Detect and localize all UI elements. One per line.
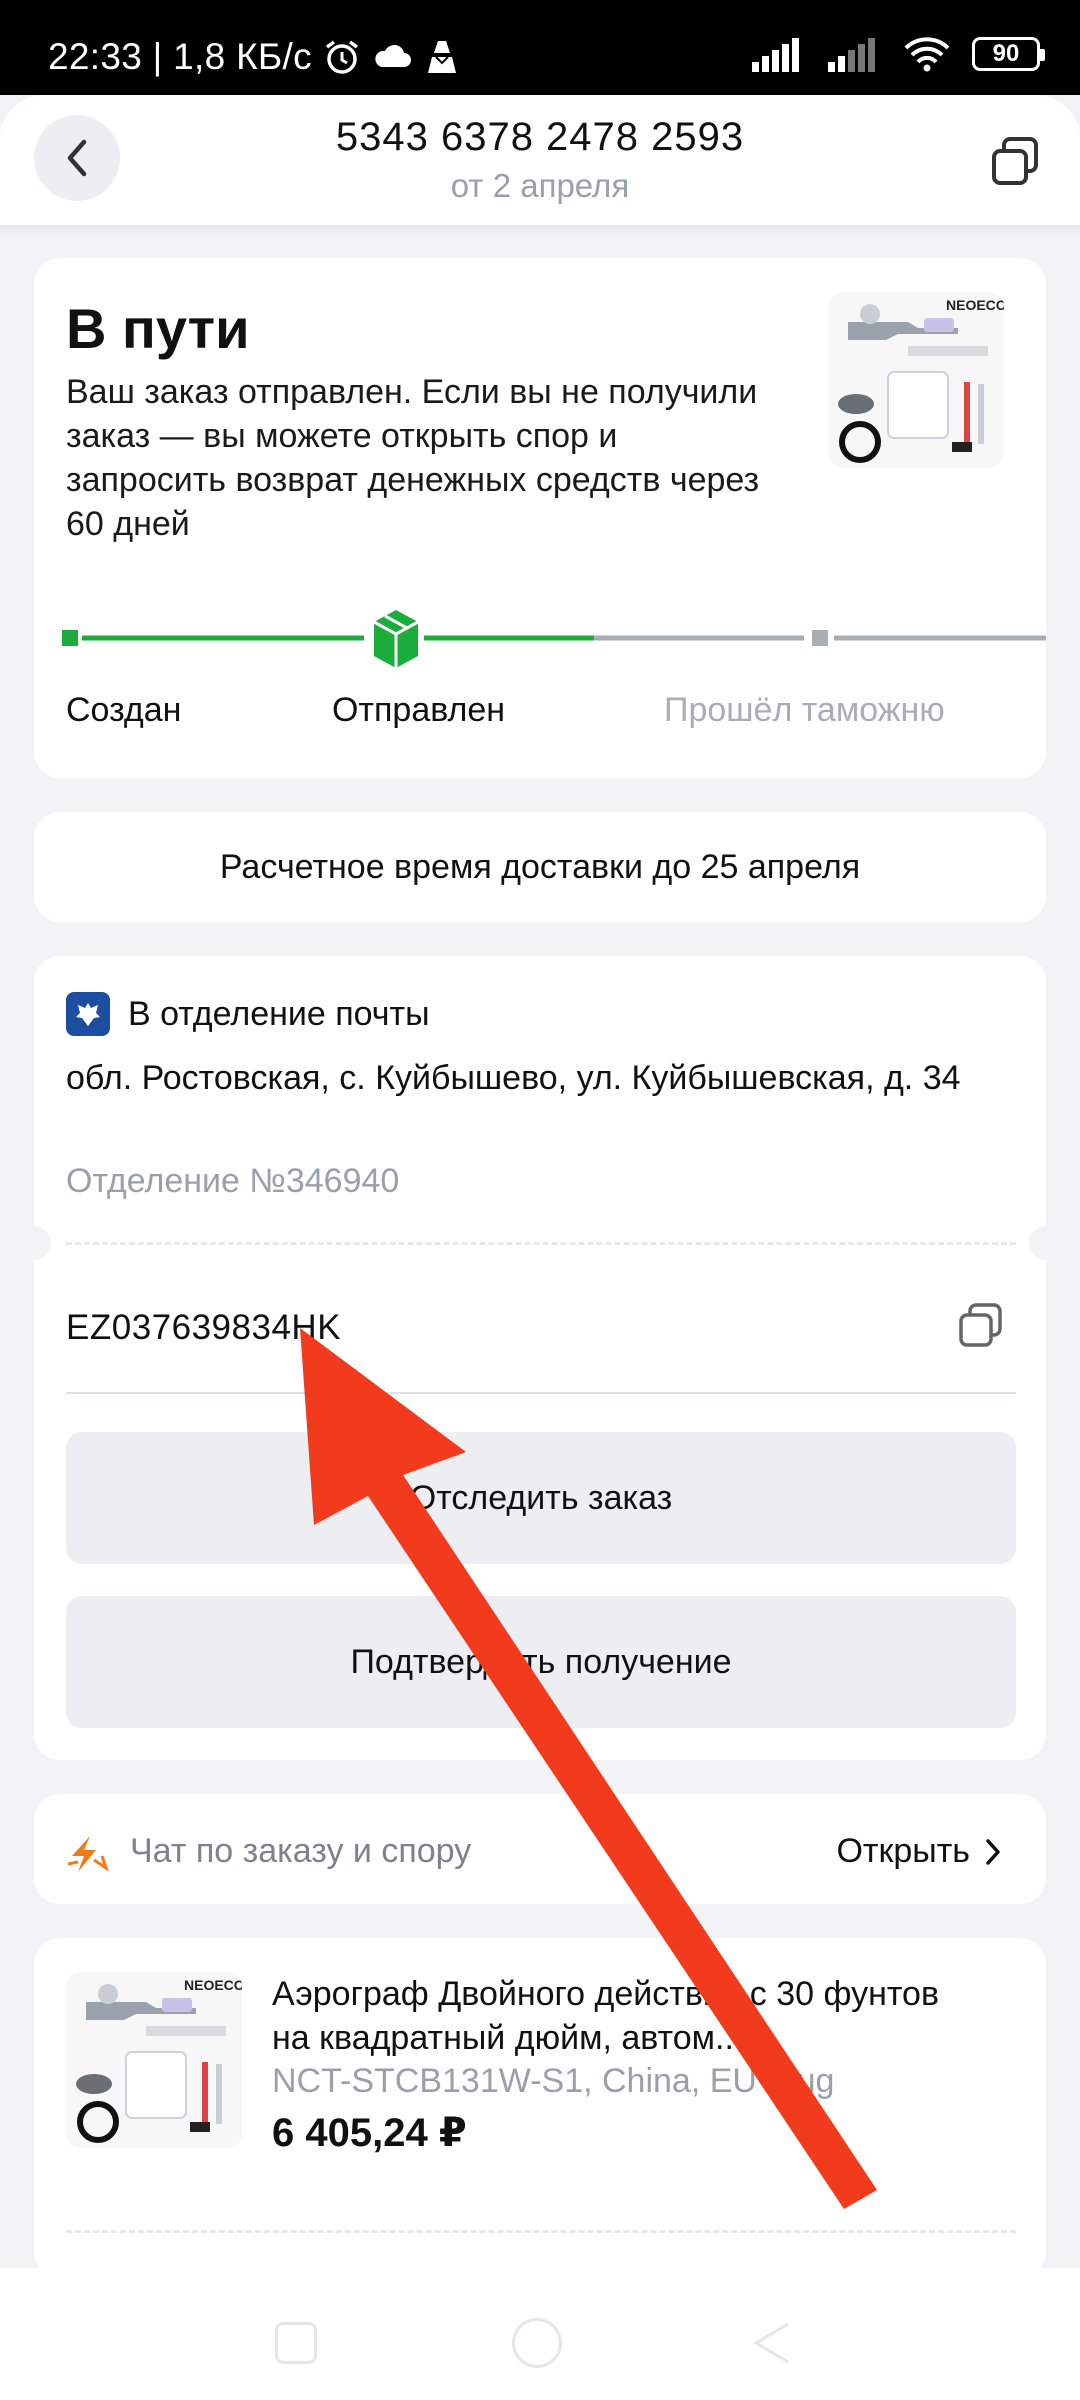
airbrush-kit-image: NEOECO: [828, 292, 1004, 468]
product-variant: NCT-STCB131W-S1, China, EU Plug: [272, 2062, 835, 2100]
chevron-right-icon: [986, 1838, 1000, 1865]
track-order-button[interactable]: Отследить заказ: [66, 1432, 1016, 1564]
status-right: 90: [752, 36, 1045, 72]
lightning-icon: [67, 1836, 109, 1872]
chat-label: Чат по заказу и спору: [130, 1832, 472, 1870]
product-thumbnail[interactable]: NEOECO: [828, 292, 1004, 468]
dashed-divider: [66, 1242, 1016, 1245]
incognito-icon: [427, 41, 456, 73]
product-card[interactable]: NEOECO Аэрограф Двойного действия с 30 ф…: [34, 1938, 1046, 2278]
signal-2-icon: [828, 38, 875, 72]
step-created-dot: [62, 630, 78, 646]
airbrush-kit-image: NEOECO: [66, 1972, 242, 2148]
copy-icon[interactable]: [988, 133, 1044, 189]
tracking-underline: [66, 1392, 1016, 1394]
wifi-icon: [904, 37, 950, 72]
status-title: В пути: [66, 297, 250, 360]
system-nav-bar: [0, 2268, 1080, 2400]
delivery-estimate-text: Расчетное время доставки до 25 апреля: [219, 847, 861, 886]
alarm-icon: [325, 40, 358, 74]
product-brand-text: NEOECO: [184, 1977, 242, 1993]
step-label-shipped: Отправлен: [332, 691, 506, 729]
thumb-brand-text: NEOECO: [946, 297, 1004, 313]
order-date: от 2 апреля: [450, 167, 630, 204]
home-icon[interactable]: [512, 2318, 562, 2368]
recent-apps-icon[interactable]: [275, 2322, 317, 2364]
copy-tracking-icon[interactable]: [956, 1300, 1006, 1350]
status-time-speed: 22:33 | 1,8 КБ/с: [48, 36, 312, 77]
delivery-estimate: Расчетное время доставки до 25 апреля: [34, 812, 1046, 922]
back-triangle-icon[interactable]: [750, 2320, 792, 2366]
cloud-icon: [375, 44, 411, 67]
product-divider: [66, 2230, 1016, 2233]
order-chat-row[interactable]: Чат по заказу и спору Открыть: [34, 1794, 1046, 1904]
step-customs-dot: [812, 630, 828, 646]
ticket-notch-right: [1029, 1226, 1063, 1260]
chat-open-label: Открыть: [836, 1832, 970, 1870]
delivery-method-label: В отделение почты: [128, 994, 430, 1033]
header-shadow: [0, 225, 1080, 235]
order-status-card: В пути Ваш заказ отправлен. Если вы не п…: [34, 258, 1046, 778]
chat-open-button[interactable]: Открыть: [836, 1832, 1002, 1871]
ticket-notch-left: [17, 1226, 51, 1260]
step-label-created: Создан: [66, 691, 182, 729]
order-number: 5343 6378 2478 2593: [335, 115, 745, 159]
pickup-address-card: В отделение почты обл. Ростовская, с. Ку…: [17, 956, 1063, 1760]
delivery-progress: [62, 610, 1046, 668]
battery-level: 90: [992, 40, 1020, 67]
tracking-number: EZ037639834HK: [66, 1308, 342, 1347]
signal-icon: [752, 38, 799, 72]
order-header: 5343 6378 2478 2593 от 2 апреля: [0, 95, 1080, 225]
russian-post-icon: [66, 992, 110, 1036]
product-name[interactable]: Аэрограф Двойного действия с 30 фунтов н…: [272, 1972, 972, 2060]
delivery-address: обл. Ростовская, с. Куйбышево, ул. Куйбы…: [66, 1059, 961, 1097]
confirm-receipt-button[interactable]: Подтвердить получение: [66, 1596, 1016, 1728]
status-left: 22:33 | 1,8 КБ/с: [48, 36, 462, 78]
battery-indicator: 90: [972, 37, 1045, 71]
package-icon: [373, 610, 419, 668]
product-price: 6 405,24 ₽: [272, 2111, 467, 2155]
status-description: Ваш заказ отправлен. Если вы не получили…: [66, 373, 760, 543]
step-label-customs: Прошёл таможню: [664, 691, 945, 729]
delivery-method: В отделение почты: [66, 992, 430, 1036]
status-bar: 22:33 | 1,8 КБ/с 90: [0, 0, 1080, 95]
product-image[interactable]: NEOECO: [66, 1972, 242, 2148]
post-office-number: Отделение №346940: [66, 1162, 400, 1200]
